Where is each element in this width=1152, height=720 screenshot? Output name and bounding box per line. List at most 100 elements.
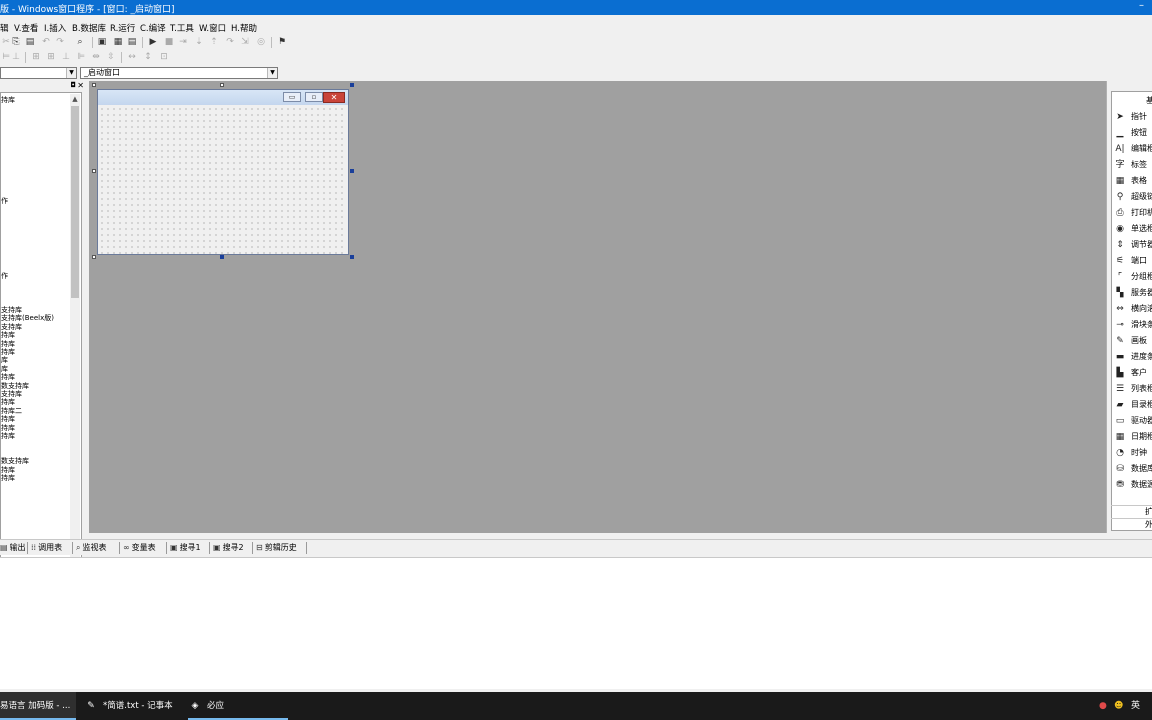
same-size-icon[interactable]: ⊡ bbox=[158, 51, 170, 63]
run-to-cursor-icon[interactable]: ⇲ bbox=[239, 36, 251, 48]
menu-view[interactable]: V.查看 bbox=[14, 22, 38, 34]
tree-item[interactable]: 作 bbox=[1, 271, 8, 281]
taskbar-item-notepad[interactable]: ✎ *简谱.txt - 记事本 bbox=[84, 692, 180, 720]
notepad-icon: ✎ bbox=[87, 700, 95, 711]
step-into-icon[interactable]: ⇣ bbox=[193, 36, 205, 48]
tree-item[interactable]: 持库 bbox=[1, 473, 15, 483]
toolbox-category-basic[interactable]: 基 bbox=[1112, 95, 1152, 106]
toolbox-item-label: 表格 bbox=[1131, 176, 1147, 185]
copy-icon[interactable]: ⎘ bbox=[10, 36, 22, 48]
design-workspace[interactable]: ▭ ▫ ✕ bbox=[89, 81, 1106, 533]
align-center-h-icon[interactable]: ⊞ bbox=[30, 51, 42, 63]
run-icon[interactable]: ▶ bbox=[147, 36, 159, 48]
component-panel: 基 ➤ 指针 ▁ 按钮 A| 编辑框字标签 ▦ 表格 ⚲ 超级链 ⎙ 打印机 ◉ 单选框 ⇕ 调节器 ⚟ 端口 ⌜ 分… bbox=[1106, 81, 1152, 533]
toolbox-item-label: 单选框 bbox=[1131, 224, 1152, 233]
pin-icon[interactable]: ◘ bbox=[70, 81, 76, 89]
paste-icon[interactable]: ▤ bbox=[24, 36, 36, 48]
same-height-icon[interactable]: ↕ bbox=[142, 51, 154, 63]
step-over-icon[interactable]: ↷ bbox=[224, 36, 236, 48]
resize-handle[interactable] bbox=[350, 169, 354, 173]
tab-watch-label: 监视表 bbox=[82, 543, 107, 552]
form-grid[interactable] bbox=[99, 106, 347, 254]
resize-handle[interactable] bbox=[92, 255, 96, 259]
tree-item[interactable]: 持库 bbox=[1, 431, 15, 441]
resize-handle[interactable] bbox=[350, 255, 354, 259]
align-right-icon[interactable]: ⊫ bbox=[75, 51, 87, 63]
output-icon: ▤ bbox=[0, 543, 8, 552]
startup-form[interactable]: ▭ ▫ ✕ bbox=[97, 89, 349, 255]
same-width-icon[interactable]: ↔ bbox=[126, 51, 138, 63]
tab-callstack-label: 调用表 bbox=[38, 543, 63, 552]
align-bottom-icon[interactable]: ⊥ bbox=[60, 51, 72, 63]
window-list-icon[interactable]: ▤ bbox=[126, 36, 138, 48]
chevron-down-icon[interactable]: ▼ bbox=[66, 68, 76, 78]
redo-icon[interactable]: ↷ bbox=[54, 36, 66, 48]
step-out-icon[interactable]: ⇡ bbox=[208, 36, 220, 48]
toolbox-category-extended[interactable]: 扩 bbox=[1111, 505, 1152, 518]
slider-icon: ⊸ bbox=[1116, 320, 1124, 330]
menu-run[interactable]: R.运行 bbox=[110, 22, 135, 34]
hscroll-icon: ⇔ bbox=[1116, 304, 1124, 314]
menu-database[interactable]: B.数据库 bbox=[72, 22, 106, 34]
tree-scrollbar[interactable]: ▲ ▼ bbox=[70, 94, 80, 598]
program-tree[interactable]: 持库作作支持库 支持库(Beelx版) 支持库 持库 持库 持库库库持库 数支持库 支持库 持库… bbox=[0, 92, 82, 598]
hyperlink-icon: ⚲ bbox=[1116, 192, 1124, 202]
tab-separator bbox=[27, 542, 28, 554]
toolbar-separator bbox=[142, 37, 143, 48]
input-language-indicator[interactable]: 英 bbox=[1131, 692, 1140, 720]
resize-handle[interactable] bbox=[350, 83, 354, 87]
drivebox-icon: ▭ bbox=[1115, 416, 1125, 426]
tree-item[interactable]: 作 bbox=[1, 196, 8, 206]
tab-watch[interactable]: ⌕ 监视表 bbox=[76, 542, 106, 554]
tab-separator bbox=[306, 542, 307, 554]
scroll-up-icon[interactable]: ▲ bbox=[70, 94, 80, 104]
chevron-down-icon[interactable]: ▼ bbox=[267, 68, 277, 78]
resize-handle[interactable] bbox=[92, 169, 96, 173]
object-combo[interactable]: ▼ bbox=[0, 67, 77, 79]
taskbar-item-elang[interactable]: 易语言 加码版 - ... bbox=[0, 692, 76, 720]
tab-output[interactable]: ▤ 输出 bbox=[0, 542, 26, 554]
datasource-icon: ⛃ bbox=[1116, 480, 1124, 490]
record-icon[interactable]: ● bbox=[1099, 692, 1107, 720]
breakpoint-icon[interactable]: ◎ bbox=[255, 36, 267, 48]
tab-variables[interactable]: ∞ 变量表 bbox=[123, 542, 156, 554]
toolbox-category-external[interactable]: 外 bbox=[1111, 518, 1152, 531]
tab-clipboard-history[interactable]: ⊟ 剪辑历史 bbox=[256, 542, 297, 554]
undo-icon[interactable]: ↶ bbox=[40, 36, 52, 48]
toolbox-item-label: 服务器 bbox=[1131, 288, 1152, 297]
adjuster-icon: ⇕ bbox=[1116, 240, 1124, 250]
menu-window[interactable]: W.窗口 bbox=[199, 22, 226, 34]
window-layout-icon[interactable]: ▣ bbox=[96, 36, 108, 48]
resize-handle[interactable] bbox=[92, 83, 96, 87]
tree-item[interactable]: 持库 bbox=[1, 95, 15, 105]
menu-insert[interactable]: I.插入 bbox=[44, 22, 66, 34]
find-icon[interactable]: ⌕ bbox=[74, 36, 86, 48]
tab-find1[interactable]: ▣ 搜寻1 bbox=[170, 542, 201, 554]
space-horizontal-icon[interactable]: ⇹ bbox=[90, 51, 102, 63]
align-center-v-icon[interactable]: ⊞ bbox=[45, 51, 57, 63]
emoji-icon[interactable]: ☻ bbox=[1114, 692, 1123, 720]
menu-help[interactable]: H.帮助 bbox=[231, 22, 257, 34]
close-icon[interactable]: ✕ bbox=[77, 81, 84, 90]
stop-icon[interactable]: ■ bbox=[163, 36, 175, 48]
output-pane[interactable] bbox=[0, 557, 1152, 689]
taskbar-item-biying[interactable]: ◈ 必应 bbox=[188, 692, 288, 720]
window-tile-icon[interactable]: ▦ bbox=[112, 36, 124, 48]
tab-find2-label: 搜寻2 bbox=[222, 543, 244, 552]
search-result-icon[interactable]: ⚑ bbox=[276, 36, 288, 48]
menu-edit[interactable]: 辑 bbox=[0, 22, 9, 34]
menu-compile[interactable]: C.编译 bbox=[140, 22, 166, 34]
tab-callstack[interactable]: ⁞⁞ 调用表 bbox=[31, 542, 62, 554]
watch-icon: ⌕ bbox=[76, 543, 81, 552]
resize-handle[interactable] bbox=[220, 255, 224, 259]
event-combo[interactable]: _启动窗口 ▼ bbox=[80, 67, 278, 79]
tab-separator bbox=[119, 542, 120, 554]
menu-tools[interactable]: T.工具 bbox=[170, 22, 194, 34]
scroll-thumb[interactable] bbox=[71, 106, 79, 298]
step-icon[interactable]: ⇥ bbox=[177, 36, 189, 48]
resize-handle[interactable] bbox=[220, 83, 224, 87]
align-top-icon[interactable]: ⊥ bbox=[10, 51, 22, 63]
space-vertical-icon[interactable]: ⇳ bbox=[105, 51, 117, 63]
minimize-button[interactable]: – bbox=[1139, 0, 1144, 11]
tab-find2[interactable]: ▣ 搜寻2 bbox=[213, 542, 244, 554]
